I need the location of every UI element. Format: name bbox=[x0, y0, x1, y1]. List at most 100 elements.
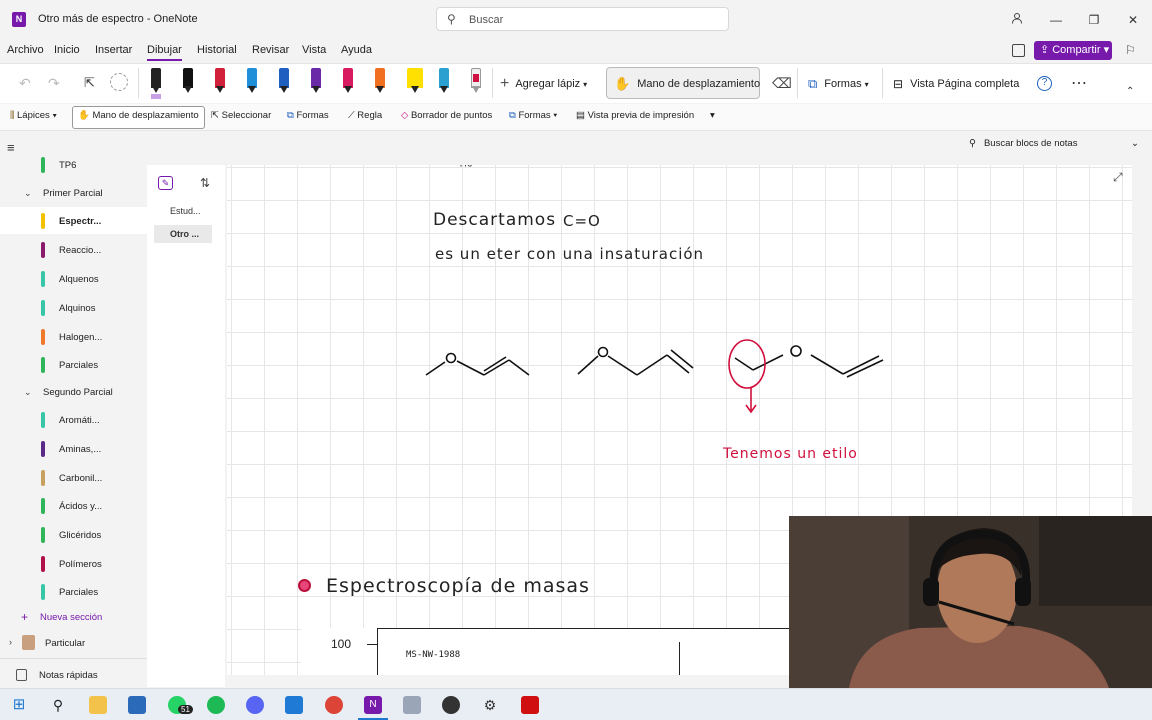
app-icon[interactable] bbox=[403, 696, 421, 714]
windows-start-icon[interactable]: ⊞ bbox=[10, 696, 28, 714]
section-polimeros[interactable]: Polímeros bbox=[0, 550, 147, 577]
discord-icon[interactable] bbox=[246, 696, 264, 714]
molecule-2 bbox=[577, 346, 694, 376]
select-cursor-icon[interactable]: ⇱ bbox=[84, 75, 95, 91]
menu-ayuda[interactable]: Ayuda bbox=[341, 44, 372, 56]
section-halogenuros[interactable]: Halogen... bbox=[0, 323, 147, 350]
quick-shapes-button[interactable]: ⧉ Formas bbox=[287, 110, 329, 121]
section-acidos[interactable]: Ácidos y... bbox=[0, 492, 147, 519]
pen-1-icon[interactable] bbox=[147, 68, 165, 99]
menu-revisar[interactable]: Revisar bbox=[252, 44, 289, 56]
menu-historial[interactable]: Historial bbox=[197, 44, 237, 56]
acrobat-icon[interactable] bbox=[521, 696, 539, 714]
sticky-notes-icon[interactable] bbox=[1012, 44, 1025, 57]
page-item[interactable]: Estud... bbox=[154, 202, 212, 220]
quick-print-preview-button[interactable]: ▤ Vista previa de impresión bbox=[576, 110, 694, 121]
quick-point-eraser-button[interactable]: ◇ Borrador de puntos bbox=[401, 110, 492, 121]
section-reacciones[interactable]: Reaccio... bbox=[0, 236, 147, 263]
section-label: Halogen... bbox=[59, 332, 103, 343]
shapes-button[interactable]: ⧉ Formas ▾ bbox=[808, 64, 869, 104]
group-segundo-parcial[interactable]: ⌄ Segundo Parcial bbox=[0, 382, 147, 404]
vscode-icon[interactable] bbox=[285, 696, 303, 714]
pen-9-icon[interactable] bbox=[435, 68, 453, 94]
section-aminas[interactable]: Aminas,... bbox=[0, 435, 147, 462]
pen-7-icon[interactable] bbox=[339, 68, 357, 94]
quick-ruler-button[interactable]: ⟋ Regla bbox=[348, 110, 382, 121]
chrome-icon[interactable] bbox=[325, 696, 343, 714]
pen-4-icon[interactable] bbox=[243, 68, 261, 94]
account-icon[interactable] bbox=[1007, 10, 1027, 30]
pen-8-icon[interactable] bbox=[371, 68, 389, 94]
section-parciales-1[interactable]: Parciales bbox=[0, 351, 147, 378]
section-label: Carbonil... bbox=[59, 473, 103, 484]
sections-sidebar: TP6 ⌄ Primer Parcial Espectr... Reaccio.… bbox=[0, 157, 147, 687]
group-primer-parcial[interactable]: ⌄ Primer Parcial bbox=[0, 183, 147, 205]
section-label: Alquenos bbox=[59, 274, 99, 285]
expand-icon[interactable]: ⤢ bbox=[1113, 170, 1123, 185]
share-icon: ⇪ bbox=[1040, 44, 1050, 56]
pen-2-icon[interactable] bbox=[179, 68, 197, 94]
obs-icon[interactable] bbox=[442, 696, 460, 714]
menu-dibujar[interactable]: Dibujar bbox=[147, 44, 182, 61]
section-carbonilos[interactable]: Carbonil... bbox=[0, 464, 147, 491]
minimize-icon[interactable]: — bbox=[1046, 10, 1066, 30]
close-icon[interactable]: ✕ bbox=[1123, 10, 1143, 30]
pencils-dropdown[interactable]: ⫼ Lápices ▾ bbox=[10, 110, 57, 121]
section-espectroscopia[interactable]: Espectr... bbox=[0, 207, 147, 234]
quick-access-more-icon[interactable]: ▾ bbox=[710, 110, 715, 121]
settings-gear-icon[interactable]: ⚙ bbox=[481, 696, 499, 714]
redo-icon[interactable]: ↷ bbox=[48, 75, 60, 92]
section-label: Alquinos bbox=[59, 303, 96, 314]
full-page-view-button[interactable]: ⊟ Vista Página completa bbox=[893, 64, 1019, 104]
molecule-3 bbox=[734, 345, 884, 378]
section-alquinos[interactable]: Alquinos bbox=[0, 294, 147, 321]
page-item-selected[interactable]: Otro ... bbox=[154, 225, 212, 243]
quick-shapes2-dropdown[interactable]: ⧉ Formas ▾ bbox=[509, 110, 557, 121]
quick-hand-button[interactable]: ✋ Mano de desplazamiento bbox=[78, 110, 199, 121]
section-alquenos[interactable]: Alquenos bbox=[0, 265, 147, 292]
section-label: Parciales bbox=[59, 360, 99, 371]
file-explorer-icon[interactable] bbox=[89, 696, 107, 714]
more-options-icon[interactable]: ⋯ bbox=[1071, 73, 1087, 93]
add-page-icon[interactable]: ✎ bbox=[158, 176, 173, 190]
feedback-icon[interactable]: ⚐ bbox=[1125, 43, 1136, 57]
store-icon[interactable] bbox=[128, 696, 146, 714]
section-gliceridos[interactable]: Glicéridos bbox=[0, 521, 147, 548]
menu-vista[interactable]: Vista bbox=[302, 44, 326, 56]
plus-icon: + bbox=[21, 610, 29, 624]
full-page-icon: ⊟ bbox=[893, 77, 904, 91]
section-aromaticos[interactable]: Aromáti... bbox=[0, 406, 147, 433]
sort-pages-icon[interactable]: ⇅ bbox=[200, 176, 210, 190]
menu-insertar[interactable]: Insertar bbox=[95, 44, 132, 56]
menu-archivo[interactable]: Archivo bbox=[7, 44, 44, 56]
help-icon[interactable]: ? bbox=[1037, 76, 1052, 91]
share-button[interactable]: ⇪ Compartir ▾ bbox=[1034, 41, 1112, 60]
search-notebooks-box[interactable]: ⚲ Buscar blocs de notas ⌄ bbox=[965, 138, 1145, 156]
add-pen-button[interactable]: + Agregar lápiz ▾ bbox=[500, 64, 587, 104]
pen-10-icon[interactable] bbox=[467, 68, 485, 94]
onenote-taskbar-icon[interactable]: N bbox=[364, 696, 382, 714]
collapse-ribbon-icon[interactable]: ⌃ bbox=[1126, 86, 1134, 97]
restore-icon[interactable]: ❐ bbox=[1084, 10, 1104, 30]
pen-6-icon[interactable] bbox=[307, 68, 325, 94]
search-box[interactable]: ⚲ Buscar bbox=[436, 7, 729, 31]
search-icon: ⚲ bbox=[447, 12, 456, 26]
undo-icon[interactable]: ↶ bbox=[19, 75, 31, 92]
eraser-icon[interactable]: ⌫ bbox=[772, 75, 792, 92]
quick-select-button[interactable]: ⇱ Seleccionar bbox=[211, 110, 271, 121]
section-parciales-2[interactable]: Parciales bbox=[0, 578, 147, 605]
spotify-icon[interactable] bbox=[207, 696, 225, 714]
taskbar-search-icon[interactable]: ⚲ bbox=[49, 696, 67, 714]
lasso-icon[interactable] bbox=[110, 73, 128, 91]
menu-inicio[interactable]: Inicio bbox=[54, 44, 80, 56]
notebook-particular[interactable]: › Particular bbox=[0, 632, 147, 654]
new-section-button[interactable]: + Nueva sección bbox=[0, 607, 147, 629]
highlighter-yellow-icon[interactable] bbox=[403, 68, 427, 94]
quick-notes-button[interactable]: Notas rápidas bbox=[0, 665, 147, 687]
spectrum-y-label: 100 bbox=[331, 637, 352, 651]
section-tp6[interactable]: TP6 bbox=[0, 151, 147, 178]
ink-annotation: Tenemos un etilo bbox=[723, 446, 858, 462]
pen-5-icon[interactable] bbox=[275, 68, 293, 94]
hand-tool-label: Mano de desplazamiento bbox=[637, 78, 761, 90]
pen-3-icon[interactable] bbox=[211, 68, 229, 94]
